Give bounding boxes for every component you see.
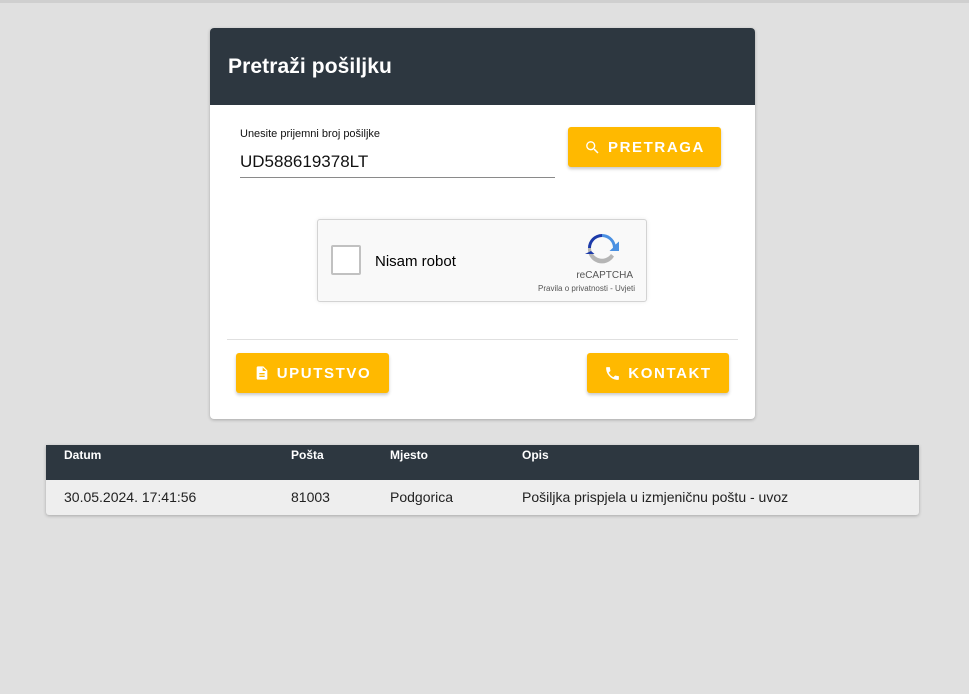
recaptcha-widget: Nisam robot reCAPTCHA Pravila o privatno… <box>317 219 647 302</box>
cell-post-office: 81003 <box>291 489 330 505</box>
search-button[interactable]: PRETRAGA <box>568 127 721 167</box>
header-post-office: Pošta <box>291 448 324 462</box>
guide-button-label: UPUTSTVO <box>276 364 372 382</box>
top-edge <box>0 0 969 3</box>
privacy-link[interactable]: Pravila o privatnosti <box>538 284 608 293</box>
table-row: 30.05.2024. 17:41:56 81003 Podgorica Poš… <box>46 480 919 515</box>
cell-description: Pošiljka prispjela u izmjeničnu poštu - … <box>522 489 789 505</box>
tracking-number-input[interactable] <box>240 146 555 178</box>
recaptcha-checkbox[interactable] <box>331 245 361 275</box>
document-icon <box>256 366 268 380</box>
terms-link[interactable]: Uvjeti <box>615 284 635 293</box>
cell-date: 30.05.2024. 17:41:56 <box>64 489 197 505</box>
cell-place: Podgorica <box>390 489 454 505</box>
card-divider <box>227 339 738 340</box>
card-header: Pretraži pošiljku <box>210 28 755 105</box>
recaptcha-brand: reCAPTCHA <box>576 270 633 281</box>
header-place: Mjesto <box>390 448 429 462</box>
guide-button[interactable]: UPUTSTVO <box>236 353 389 393</box>
contact-button[interactable]: KONTAKT <box>587 353 729 393</box>
search-icon <box>586 140 599 154</box>
page-title: Pretraži pošiljku <box>228 55 392 78</box>
search-button-label: PRETRAGA <box>608 138 705 156</box>
recaptcha-logo-icon <box>585 234 619 264</box>
phone-icon <box>606 366 620 380</box>
header-date: Datum <box>64 448 102 462</box>
recaptcha-links: Pravila o privatnosti - Uvjeti <box>538 284 635 293</box>
contact-button-label: KONTAKT <box>628 364 712 382</box>
search-card: Pretraži pošiljku Unesite prijemni broj … <box>210 28 755 419</box>
results-table: Datum Pošta Mjesto Opis 30.05.2024. 17:4… <box>46 445 919 515</box>
header-description: Opis <box>522 448 549 462</box>
tracking-number-label: Unesite prijemni broj pošiljke <box>240 128 381 140</box>
recaptcha-label: Nisam robot <box>375 253 456 270</box>
link-separator: - <box>610 284 613 293</box>
table-header: Datum Pošta Mjesto Opis <box>46 445 919 480</box>
